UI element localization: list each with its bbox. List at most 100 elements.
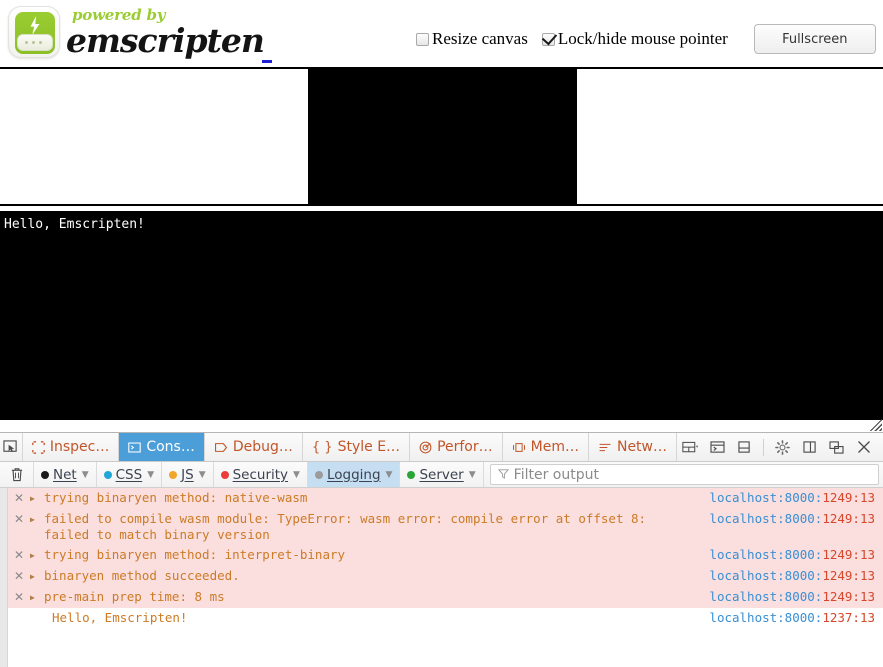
toolbar-divider bbox=[763, 438, 764, 456]
webgl-canvas[interactable] bbox=[308, 69, 577, 206]
logging-dot-icon bbox=[314, 470, 323, 479]
filter-net-label: Net bbox=[53, 466, 77, 483]
console-source-link[interactable]: localhost:8000:1237:13 bbox=[709, 610, 883, 626]
element-picker-icon[interactable] bbox=[0, 433, 23, 461]
devtools-panel: Inspec… Cons… Debug… { } Style E… Perfor… bbox=[0, 432, 883, 667]
net-dot-icon bbox=[41, 470, 49, 479]
console-scrollbar-gutter[interactable] bbox=[0, 488, 8, 667]
filter-button-net[interactable]: Net ▼ bbox=[34, 462, 97, 487]
emscripten-page: powered by emscripten Resize canvas Lock… bbox=[0, 0, 883, 432]
network-icon bbox=[598, 441, 612, 454]
tab-debugger-label: Debug… bbox=[232, 439, 293, 455]
tab-style-editor[interactable]: { } Style E… bbox=[303, 433, 411, 461]
chevron-down-icon[interactable]: ▼ bbox=[293, 470, 300, 480]
console-row[interactable]: ✕ ▶ failed to compile wasm module: TypeE… bbox=[8, 509, 883, 545]
responsive-layout-icon[interactable] bbox=[677, 433, 704, 462]
filter-output-input[interactable]: Filter output bbox=[489, 464, 879, 485]
console-source-link[interactable]: localhost:8000:1249:13 bbox=[709, 547, 883, 563]
tab-inspector[interactable]: Inspec… bbox=[23, 433, 120, 461]
dock-side-icon[interactable] bbox=[796, 433, 823, 462]
console-message: trying binaryen method: native-wasm bbox=[44, 490, 308, 505]
error-marker-icon: ✕ bbox=[13, 491, 25, 505]
expand-arrow-icon[interactable]: ▶ bbox=[30, 490, 44, 507]
console-message: failed to compile wasm module: TypeError… bbox=[44, 511, 654, 542]
console-source-link[interactable]: localhost:8000:1249:13 bbox=[709, 490, 883, 506]
trash-icon[interactable] bbox=[0, 462, 34, 487]
expand-arrow-icon[interactable]: ▶ bbox=[30, 547, 44, 564]
lock-pointer-label: Lock/hide mouse pointer bbox=[557, 29, 728, 48]
console-source-link[interactable]: localhost:8000:1249:13 bbox=[709, 589, 883, 605]
devtools-toolbar: Inspec… Cons… Debug… { } Style E… Perfor… bbox=[0, 433, 883, 462]
canvas-container bbox=[0, 67, 883, 206]
security-dot-icon bbox=[220, 470, 229, 479]
output-textarea[interactable] bbox=[0, 211, 883, 420]
error-marker-icon: ✕ bbox=[13, 512, 25, 526]
split-console-icon[interactable] bbox=[704, 433, 731, 462]
tab-memory[interactable]: Mem… bbox=[503, 433, 589, 461]
filter-button-server[interactable]: Server ▼ bbox=[400, 462, 484, 487]
console-row[interactable]: ✕ ▶ binaryen method succeeded. localhost… bbox=[8, 566, 883, 587]
error-marker-icon: ✕ bbox=[13, 548, 25, 562]
lightning-bolt-icon bbox=[30, 16, 40, 35]
console-icon bbox=[128, 441, 142, 454]
tab-memory-label: Mem… bbox=[530, 439, 579, 455]
expand-arrow-icon[interactable]: ▶ bbox=[30, 589, 44, 606]
console-row[interactable]: ✕ ▶ pre-main prep time: 8 ms localhost:8… bbox=[8, 587, 883, 608]
console-message: Hello, Emscripten! bbox=[52, 610, 188, 625]
tab-network-label: Netw… bbox=[616, 439, 667, 455]
error-marker-icon: ✕ bbox=[13, 590, 25, 604]
brand-wordmark: powered by emscripten bbox=[66, 4, 266, 62]
tab-console[interactable]: Cons… bbox=[119, 433, 205, 461]
filter-css-label: CSS bbox=[115, 466, 143, 483]
tab-network[interactable]: Netw… bbox=[589, 433, 677, 461]
chevron-down-icon[interactable]: ▼ bbox=[147, 470, 154, 480]
filter-js-label: JS bbox=[181, 466, 194, 483]
resize-canvas-label: Resize canvas bbox=[432, 29, 528, 48]
close-icon[interactable] bbox=[850, 433, 877, 462]
lock-pointer-checkbox[interactable] bbox=[541, 32, 555, 46]
emscripten-logo bbox=[8, 6, 60, 58]
filter-button-security[interactable]: Security ▼ bbox=[214, 462, 308, 487]
filter-button-js[interactable]: JS ▼ bbox=[162, 462, 214, 487]
console-output[interactable]: ✕ ▶ trying binaryen method: native-wasm … bbox=[0, 488, 883, 667]
emscripten-wordmark: emscripten bbox=[66, 21, 265, 60]
devtools-toolbar-actions bbox=[677, 433, 883, 461]
console-row[interactable]: ✕ ▶ trying binaryen method: interpret-bi… bbox=[8, 545, 883, 566]
textarea-resize-grip[interactable] bbox=[870, 419, 882, 431]
page-header: powered by emscripten Resize canvas Lock… bbox=[0, 0, 883, 66]
console-source-link[interactable]: localhost:8000:1249:13 bbox=[709, 511, 883, 527]
console-filter-bar: Net ▼ CSS ▼ JS ▼ Security ▼ Logging ▼ Se… bbox=[0, 462, 883, 488]
lock-pointer-control[interactable]: Lock/hide mouse pointer bbox=[541, 29, 742, 48]
fullscreen-button[interactable]: Fullscreen bbox=[753, 24, 876, 54]
console-source-link[interactable]: localhost:8000:1249:13 bbox=[709, 568, 883, 584]
console-message: trying binaryen method: interpret-binary bbox=[44, 547, 346, 562]
devtools-tab-list: Inspec… Cons… Debug… { } Style E… Perfor… bbox=[23, 433, 677, 461]
chevron-down-icon[interactable]: ▼ bbox=[386, 470, 393, 480]
chevron-down-icon[interactable]: ▼ bbox=[469, 470, 476, 480]
console-row[interactable]: Hello, Emscripten! localhost:8000:1237:1… bbox=[8, 608, 883, 628]
dock-window-icon[interactable] bbox=[823, 433, 850, 462]
tab-debugger[interactable]: Debug… bbox=[205, 433, 303, 461]
console-row[interactable]: ✕ ▶ trying binaryen method: native-wasm … bbox=[8, 488, 883, 509]
gear-icon[interactable] bbox=[769, 433, 796, 462]
js-dot-icon bbox=[169, 470, 178, 479]
filter-button-logging[interactable]: Logging ▼ bbox=[307, 462, 401, 487]
resize-canvas-control[interactable]: Resize canvas bbox=[416, 30, 542, 48]
chevron-down-icon[interactable]: ▼ bbox=[199, 470, 206, 480]
error-marker-icon: ✕ bbox=[13, 569, 25, 583]
chevron-down-icon[interactable]: ▼ bbox=[82, 470, 89, 480]
performance-icon bbox=[419, 441, 432, 454]
tab-performance[interactable]: Perfor… bbox=[410, 433, 503, 461]
console-row-list: ✕ ▶ trying binaryen method: native-wasm … bbox=[8, 488, 883, 628]
resize-canvas-checkbox[interactable] bbox=[416, 32, 429, 46]
expand-arrow-icon[interactable]: ▶ bbox=[30, 511, 44, 528]
dock-bottom-icon[interactable] bbox=[731, 433, 758, 462]
logo-dots bbox=[25, 41, 42, 44]
logo-pill-shape bbox=[17, 34, 53, 51]
tab-inspector-label: Inspec… bbox=[49, 439, 110, 455]
filter-button-css[interactable]: CSS ▼ bbox=[97, 462, 163, 487]
debugger-icon bbox=[214, 441, 228, 454]
expand-arrow-icon[interactable]: ▶ bbox=[30, 568, 44, 585]
tab-style-editor-label: Style E… bbox=[337, 439, 401, 455]
logo-green-square bbox=[15, 12, 55, 54]
